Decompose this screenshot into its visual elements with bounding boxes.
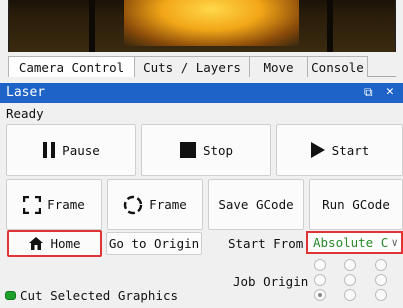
cut-selected-graphics-checkbox[interactable]: Cut Selected Graphics xyxy=(5,288,178,303)
tab-cuts-layers[interactable]: Cuts / Layers xyxy=(135,56,250,77)
run-gcode-button[interactable]: Run GCode xyxy=(309,179,403,230)
tab-camera-control[interactable]: Camera Control xyxy=(8,56,135,77)
job-origin-radio-middle-center[interactable] xyxy=(344,274,356,286)
laser-panel-title-bar: Laser ⧉ ✕ xyxy=(0,83,403,103)
dock-tab-bar: Camera Control Cuts / Layers Move Consol… xyxy=(8,56,396,77)
pause-icon xyxy=(43,142,56,158)
camera-preview xyxy=(8,0,396,52)
chevron-down-icon: ∨ xyxy=(391,236,398,249)
stop-button[interactable]: Stop xyxy=(141,124,271,176)
close-icon[interactable]: ✕ xyxy=(386,84,394,99)
start-button[interactable]: Start xyxy=(276,124,403,176)
status-text: Ready xyxy=(6,106,44,121)
pause-button[interactable]: Pause xyxy=(6,124,136,176)
job-origin-label: Job Origin xyxy=(233,274,309,289)
save-gcode-button[interactable]: Save GCode xyxy=(208,179,304,230)
go-to-origin-button[interactable]: Go to Origin xyxy=(106,232,202,255)
camera-rail-right xyxy=(327,0,333,52)
play-icon xyxy=(310,142,325,158)
job-origin-radio-middle-right[interactable] xyxy=(375,274,387,286)
stop-icon xyxy=(179,142,196,158)
job-origin-radio-top-center[interactable] xyxy=(344,259,356,271)
camera-laser-glow xyxy=(124,0,299,46)
job-origin-radio-top-left[interactable] xyxy=(314,259,326,271)
home-icon xyxy=(29,237,44,250)
checkbox-checked-icon xyxy=(5,291,16,300)
job-origin-radio-top-right[interactable] xyxy=(375,259,387,271)
frame-circle-button[interactable]: Frame xyxy=(107,179,203,230)
job-origin-radio-middle-left[interactable] xyxy=(314,274,326,286)
tab-console[interactable]: Console xyxy=(308,56,368,77)
job-origin-radio-bottom-center[interactable] xyxy=(344,289,356,301)
job-origin-radio-bottom-left[interactable] xyxy=(314,289,326,301)
frame-rectangle-button[interactable]: Frame xyxy=(6,179,102,230)
laser-panel-title: Laser xyxy=(6,85,46,100)
start-from-label: Start From: xyxy=(228,236,311,251)
camera-rail-left xyxy=(89,0,95,52)
float-window-icon[interactable]: ⧉ xyxy=(364,85,373,100)
tab-move[interactable]: Move xyxy=(250,56,308,77)
frame-circle-icon xyxy=(123,195,143,214)
home-button[interactable]: Home xyxy=(7,230,102,257)
job-origin-radio-bottom-right[interactable] xyxy=(375,289,387,301)
frame-rectangle-icon xyxy=(23,195,42,214)
start-from-select[interactable]: Absolute C ∨ xyxy=(306,231,403,254)
